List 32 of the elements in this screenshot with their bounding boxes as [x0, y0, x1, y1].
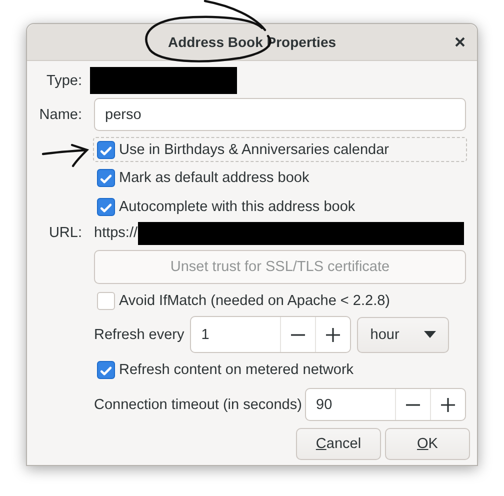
caret-icon	[424, 331, 436, 338]
checkbox-icon[interactable]	[97, 361, 115, 379]
checkbox-option[interactable]: Autocomplete with this address book	[93, 195, 467, 219]
plus-icon	[440, 396, 456, 412]
checkbox-option[interactable]: Refresh content on metered network	[93, 358, 467, 382]
checkbox-icon[interactable]	[97, 140, 115, 158]
spin-button[interactable]: 1	[190, 316, 352, 353]
cancel-button[interactable]: Cancel	[296, 428, 381, 460]
url-text: https://	[94, 225, 138, 241]
minus-icon	[290, 334, 306, 336]
ok-button[interactable]: OK	[385, 428, 470, 460]
checkbox-option[interactable]: Avoid IfMatch (needed on Apache < 2.2.8)	[93, 289, 467, 313]
checkbox-icon[interactable]	[97, 292, 115, 310]
close-icon[interactable]	[455, 37, 465, 47]
checkbox-option[interactable]: Use in Birthdays & Anniversaries calendar	[93, 137, 467, 162]
unit-dropdown[interactable]: hour	[357, 316, 450, 352]
name-field[interactable]: perso	[94, 98, 466, 131]
plus-icon	[325, 326, 342, 342]
number-field[interactable]: 90	[316, 396, 395, 412]
checkbox-option[interactable]: Mark as default address book	[93, 166, 467, 190]
checkbox-icon[interactable]	[97, 169, 115, 187]
plus-button[interactable]	[315, 317, 350, 352]
minus-icon	[405, 404, 421, 406]
field-label: Type:	[46, 72, 82, 88]
refresh-label: Refresh every	[94, 326, 184, 342]
field-label: Name:	[39, 106, 82, 122]
checkbox-icon[interactable]	[97, 198, 115, 216]
plus-button[interactable]	[430, 389, 465, 420]
field-label: URL:	[48, 225, 82, 241]
timeout-label: Connection timeout (in seconds)	[94, 396, 303, 412]
number-field[interactable]: 1	[201, 326, 280, 342]
spin-button[interactable]: 90	[305, 388, 466, 421]
